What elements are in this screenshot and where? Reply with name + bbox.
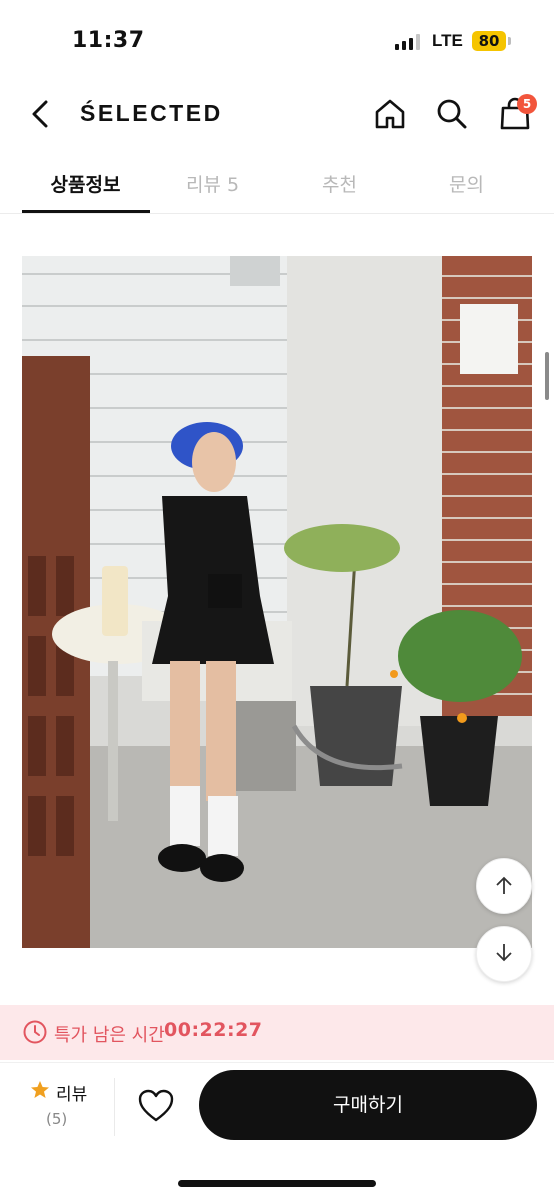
scroll-indicator[interactable] <box>545 352 549 400</box>
bottom-bar-vertical-divider <box>114 1078 115 1136</box>
network-label: LTE <box>432 31 463 50</box>
search-icon[interactable] <box>434 96 470 132</box>
status-time: 11:37 <box>72 28 145 53</box>
deal-timer-label: 특가 남은 시간 <box>54 1025 165 1046</box>
review-label[interactable]: 리뷰 <box>56 1080 87 1105</box>
deal-timer-value: 00:22:27 <box>164 1019 263 1041</box>
scroll-down-button[interactable] <box>476 926 532 982</box>
tab-recommend[interactable]: 추천 <box>276 170 403 197</box>
scroll-up-button[interactable] <box>476 858 532 914</box>
heart-icon[interactable] <box>136 1086 176 1126</box>
clock-icon <box>23 1020 47 1044</box>
arrow-down-icon <box>496 944 512 962</box>
back-arrow-icon[interactable] <box>24 96 60 132</box>
bottom-bar-divider <box>0 1062 554 1063</box>
review-count[interactable]: (5) <box>46 1110 67 1128</box>
buy-button[interactable]: 구매하기 <box>199 1070 537 1140</box>
arrow-up-icon <box>496 876 512 894</box>
tab-reviews[interactable]: 리뷰 5 <box>149 170 276 197</box>
star-icon <box>31 1081 49 1098</box>
cart-count-badge: 5 <box>517 94 537 114</box>
home-icon[interactable] <box>372 96 408 132</box>
signal-icon <box>395 34 420 50</box>
home-indicator <box>178 1180 376 1187</box>
brand-logo[interactable]: ŚELECTED <box>80 100 223 127</box>
battery-cap <box>508 37 511 45</box>
battery-indicator: 80 <box>472 31 506 51</box>
tab-product-info[interactable]: 상품정보 <box>22 170 149 197</box>
tab-divider <box>0 213 554 214</box>
tab-inquiry[interactable]: 문의 <box>403 170 530 197</box>
product-image[interactable] <box>22 256 532 948</box>
